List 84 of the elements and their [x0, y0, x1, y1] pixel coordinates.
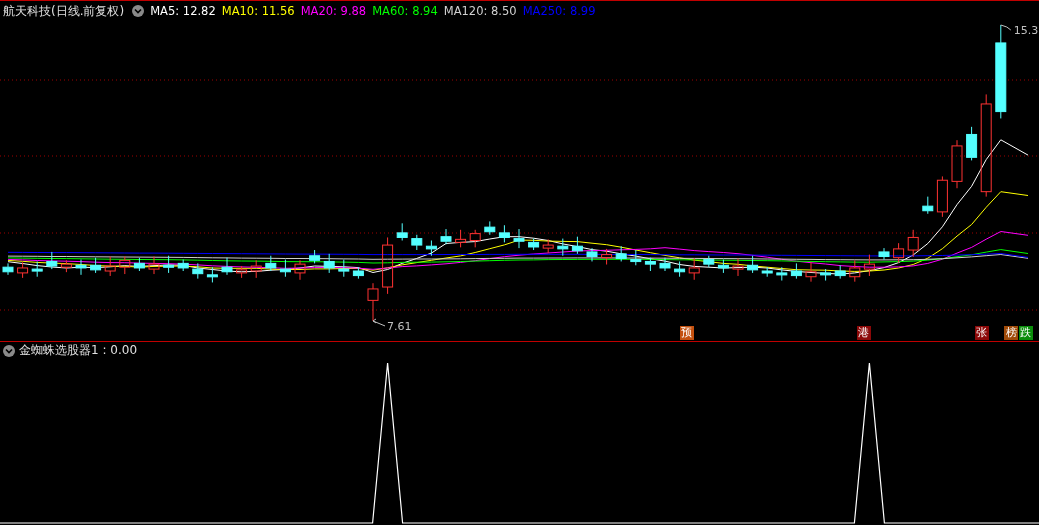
candlestick — [411, 234, 423, 251]
indicator-title: 金蜘蛛选股器1 : 0.00 — [19, 342, 138, 359]
candlestick — [192, 262, 204, 280]
candlestick — [659, 257, 671, 272]
candlestick — [893, 242, 905, 264]
candlestick — [863, 254, 875, 277]
candlestick — [630, 249, 642, 266]
candlestick — [688, 257, 700, 281]
candlestick — [104, 256, 116, 277]
candlestick — [148, 256, 160, 275]
chart-title: 航天科技(日线.前复权) — [3, 2, 125, 20]
candlestick — [294, 259, 306, 281]
candlestick — [119, 256, 131, 275]
candlestick — [498, 224, 510, 243]
legend-label: MA10: 11.56 — [221, 4, 295, 18]
candlestick — [2, 262, 14, 276]
legend-label: MA5: 12.82 — [150, 4, 216, 18]
candlestick — [455, 229, 467, 248]
candlestick — [396, 222, 408, 242]
candlestick — [732, 257, 744, 277]
candlestick — [703, 255, 715, 268]
candlestick — [717, 259, 729, 274]
candlestick — [46, 251, 58, 270]
candlestick — [907, 229, 919, 258]
candlestick — [586, 247, 598, 262]
candlestick — [644, 257, 656, 272]
candlestick — [250, 259, 262, 279]
candlestick — [557, 238, 569, 257]
candlestick — [425, 240, 437, 257]
candlestick — [966, 126, 978, 161]
chevron-down-icon[interactable] — [3, 344, 15, 357]
legend-label: MA20: 9.88 — [300, 4, 367, 18]
low-price-label: 7.61 — [372, 318, 412, 333]
legend-label: MA250: 8.99 — [522, 4, 596, 18]
candlestick — [922, 196, 934, 215]
candlestick — [279, 259, 291, 278]
candlestick — [834, 264, 846, 280]
signal-marker: 榜 — [1004, 326, 1018, 341]
candlestick — [133, 257, 145, 272]
candlestick — [60, 259, 72, 273]
candlestick — [542, 238, 554, 254]
candlestick — [265, 255, 277, 272]
candlestick — [236, 265, 248, 279]
candlestick — [31, 261, 43, 278]
candlestick — [163, 255, 175, 274]
candlestick — [849, 259, 861, 283]
candlestick — [513, 228, 525, 249]
candlestick — [323, 253, 335, 274]
candlestick — [528, 238, 540, 251]
signal-marker: 预 — [679, 326, 694, 341]
candlestick — [820, 268, 832, 282]
candlestick — [878, 247, 890, 261]
candlestick — [382, 237, 394, 295]
chevron-down-icon[interactable] — [132, 5, 145, 17]
signal-marker: 港 — [856, 326, 871, 341]
candlestick — [601, 248, 613, 266]
candlestick — [352, 266, 364, 280]
candlestick — [615, 245, 627, 262]
signal-marker: 张 — [974, 326, 989, 341]
candlestick — [469, 229, 481, 248]
candlestick — [440, 228, 452, 245]
candlestick — [674, 261, 686, 278]
candlestick — [309, 249, 321, 264]
candlestick — [761, 266, 773, 278]
legend-label: MA60: 8.94 — [372, 4, 438, 18]
candlestick — [936, 175, 948, 218]
candlestick — [338, 259, 350, 278]
candlestick — [177, 259, 189, 272]
high-price-label: 15.3 — [1000, 24, 1039, 38]
signal-marker: 跌 — [1018, 326, 1033, 341]
candlestick — [221, 257, 233, 276]
candlestick — [951, 139, 963, 189]
candlestick — [206, 266, 218, 283]
candlestick — [17, 261, 29, 279]
candlestick — [805, 261, 817, 283]
candlestick — [484, 220, 496, 236]
candlestick — [790, 262, 802, 280]
candlestick — [571, 236, 583, 255]
candlestick — [75, 259, 87, 276]
candlestick — [90, 257, 102, 274]
candlestick — [367, 282, 379, 322]
candlestick — [776, 266, 788, 282]
candlestick — [747, 255, 759, 274]
legend-label: MA120: 8.50 — [443, 4, 517, 18]
